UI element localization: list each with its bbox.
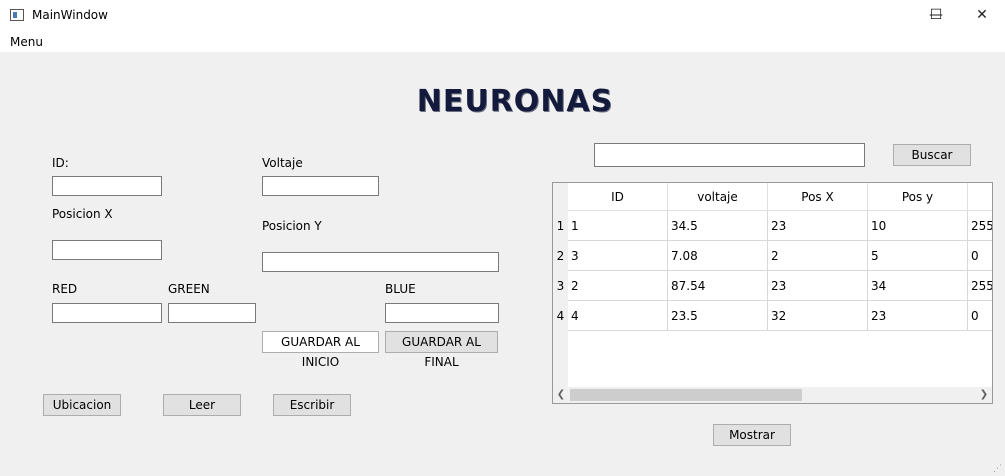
table-cell[interactable]: 7.08 <box>668 241 768 271</box>
column-header-extra[interactable] <box>968 183 992 211</box>
blue-field[interactable] <box>385 303 499 323</box>
maximize-button[interactable]: ☐ <box>913 0 959 32</box>
table-cell[interactable]: 34 <box>868 271 968 301</box>
voltaje-label: Voltaje <box>262 156 303 170</box>
column-header-posx[interactable]: Pos X <box>768 183 868 211</box>
table-cell[interactable]: 3 <box>568 241 668 271</box>
table-cell[interactable]: 87.54 <box>668 271 768 301</box>
ubicacion-button[interactable]: Ubicacion <box>43 394 121 416</box>
close-button[interactable]: ✕ <box>959 0 1005 32</box>
table-cell[interactable]: 10 <box>868 211 968 241</box>
table-cell[interactable]: 0 <box>968 241 992 271</box>
guardar-final-button[interactable]: GUARDAR AL FINAL <box>385 331 498 369</box>
mostrar-button[interactable]: Mostrar <box>713 424 791 446</box>
row-header[interactable]: 2 <box>553 241 568 271</box>
posx-field[interactable] <box>52 240 162 260</box>
leer-button[interactable]: Leer <box>163 394 241 416</box>
menu-bar: Menu <box>0 32 1005 52</box>
horizontal-scrollbar[interactable]: ❮ ❯ <box>553 387 992 403</box>
green-field[interactable] <box>168 303 256 323</box>
table-cell[interactable]: 23 <box>768 211 868 241</box>
buscar-button[interactable]: Buscar <box>893 144 971 166</box>
table-cell[interactable]: 255 <box>968 271 992 301</box>
table-cell[interactable]: 2 <box>768 241 868 271</box>
posy-label: Posicion Y <box>262 219 322 233</box>
red-label: RED <box>52 282 78 296</box>
table-cell[interactable]: 1 <box>568 211 668 241</box>
size-grip-icon[interactable]: ⋰ <box>993 464 1003 474</box>
posy-field[interactable] <box>262 252 499 272</box>
column-header-voltaje[interactable]: voltaje <box>668 183 768 211</box>
guardar-inicio-button[interactable]: GUARDAR AL INICIO <box>262 331 379 369</box>
column-header-id[interactable]: ID <box>568 183 668 211</box>
id-field[interactable] <box>52 176 162 196</box>
green-label: GREEN <box>168 282 210 296</box>
red-field[interactable] <box>52 303 162 323</box>
search-input[interactable] <box>594 143 865 167</box>
chevron-left-icon[interactable]: ❮ <box>553 387 569 403</box>
escribir-button[interactable]: Escribir <box>273 394 351 416</box>
table-cell[interactable]: 23.5 <box>668 301 768 331</box>
table-cell[interactable]: 23 <box>868 301 968 331</box>
page-title: NEURONAS <box>416 84 614 119</box>
table-cell[interactable]: 32 <box>768 301 868 331</box>
table-cell[interactable]: 23 <box>768 271 868 301</box>
voltaje-field[interactable] <box>262 176 379 196</box>
blue-label: BLUE <box>385 282 416 296</box>
table-cell[interactable]: 0 <box>968 301 992 331</box>
row-header-area <box>553 327 568 387</box>
window-icon <box>10 9 24 21</box>
neuron-table[interactable]: ID voltaje Pos X Pos y 1 1 34.5 23 10 25… <box>552 182 993 404</box>
table-cell[interactable]: 255 <box>968 211 992 241</box>
row-header[interactable]: 3 <box>553 271 568 301</box>
table-cell[interactable]: 5 <box>868 241 968 271</box>
row-header[interactable]: 1 <box>553 211 568 241</box>
posx-label: Posicion X <box>52 207 113 221</box>
table-cell[interactable]: 34.5 <box>668 211 768 241</box>
table-cell[interactable]: 2 <box>568 271 668 301</box>
id-label: ID: <box>52 156 69 170</box>
table-cell[interactable]: 4 <box>568 301 668 331</box>
title-bar: MainWindow — <box>0 0 1005 32</box>
scrollbar-thumb[interactable] <box>570 389 802 401</box>
table-corner <box>553 183 568 211</box>
column-header-posy[interactable]: Pos y <box>868 183 968 211</box>
chevron-right-icon[interactable]: ❯ <box>976 387 992 403</box>
window-title: MainWindow <box>32 8 108 22</box>
menu-menu[interactable]: Menu <box>10 35 43 49</box>
